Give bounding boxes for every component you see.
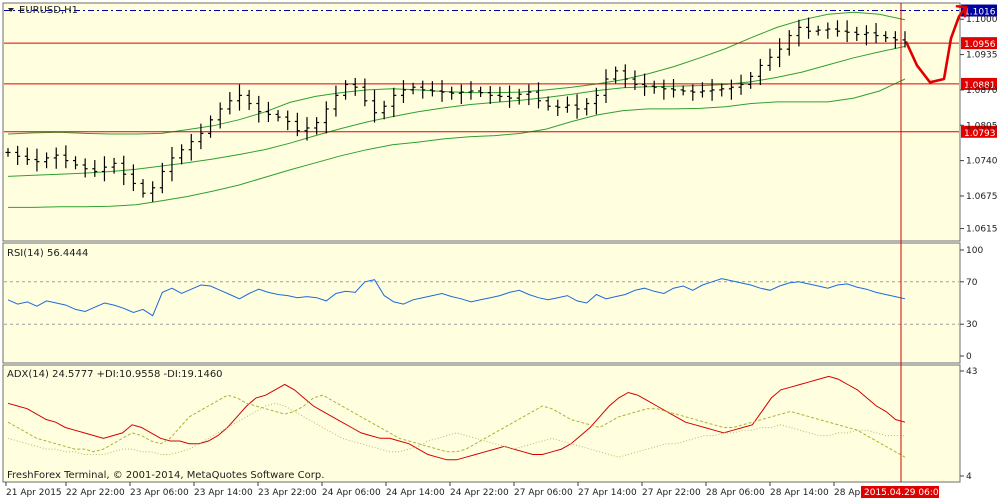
time-tick-label: 23 Apr 14:00 bbox=[194, 488, 253, 498]
price-tick-label: 1.0675 bbox=[966, 192, 998, 202]
time-tick-label: 28 Apr 14:00 bbox=[770, 488, 829, 498]
time-tick-label: 24 Apr 06:00 bbox=[322, 488, 381, 498]
time-tick-label: 28 Apr 06:00 bbox=[706, 488, 765, 498]
time-tick-label: 21 Apr 2015 bbox=[6, 488, 62, 498]
rsi-tick-label: 100 bbox=[966, 246, 983, 256]
time-tick-label: 27 Apr 06:00 bbox=[514, 488, 573, 498]
time-tick-label: 23 Apr 22:00 bbox=[258, 488, 317, 498]
time-tick-label: 24 Apr 14:00 bbox=[386, 488, 445, 498]
rsi-tick-label: 70 bbox=[966, 278, 978, 288]
price-tick-label: 1.0870 bbox=[966, 86, 998, 96]
price-tick-label: 1.0805 bbox=[966, 121, 998, 131]
price-tick-label: 1.0615 bbox=[966, 225, 998, 235]
adx-title: ADX(14) 24.5777 +DI:10.9558 -DI:19.1460 bbox=[7, 369, 223, 380]
time-tick-label: 28 Apr bbox=[834, 488, 864, 498]
price-level-label: 1.0956 bbox=[964, 40, 996, 50]
chart-svg: 1.10161.09561.08811.0793 1.10001.09351.0… bbox=[0, 0, 1000, 500]
time-tick-label: 23 Apr 06:00 bbox=[130, 488, 189, 498]
rsi-title: RSI(14) 56.4444 bbox=[7, 248, 88, 259]
adx-tick-label: 43 bbox=[966, 367, 977, 377]
cursor-time-label: 2015.04.29 06:00 bbox=[864, 488, 945, 498]
time-tick-label: 24 Apr 22:00 bbox=[450, 488, 509, 498]
time-tick-label: 22 Apr 22:00 bbox=[66, 488, 125, 498]
price-tick-label: 1.0740 bbox=[966, 157, 998, 167]
rsi-tick-label: 0 bbox=[966, 352, 972, 362]
rsi-tick-label: 30 bbox=[966, 320, 978, 330]
adx-panel bbox=[2, 364, 961, 483]
adx-tick-label: 4 bbox=[966, 472, 972, 482]
copyright-text: FreshForex Terminal, © 2001-2014, MetaQu… bbox=[7, 470, 324, 481]
price-title: EURUSD,H1 bbox=[19, 5, 78, 16]
price-tick-label: 1.0935 bbox=[966, 51, 998, 61]
price-panel bbox=[2, 2, 961, 242]
price-tick-label: 1.1000 bbox=[966, 15, 998, 25]
time-tick-label: 27 Apr 14:00 bbox=[578, 488, 637, 498]
time-tick-label: 27 Apr 22:00 bbox=[642, 488, 701, 498]
rsi-panel bbox=[2, 242, 961, 364]
